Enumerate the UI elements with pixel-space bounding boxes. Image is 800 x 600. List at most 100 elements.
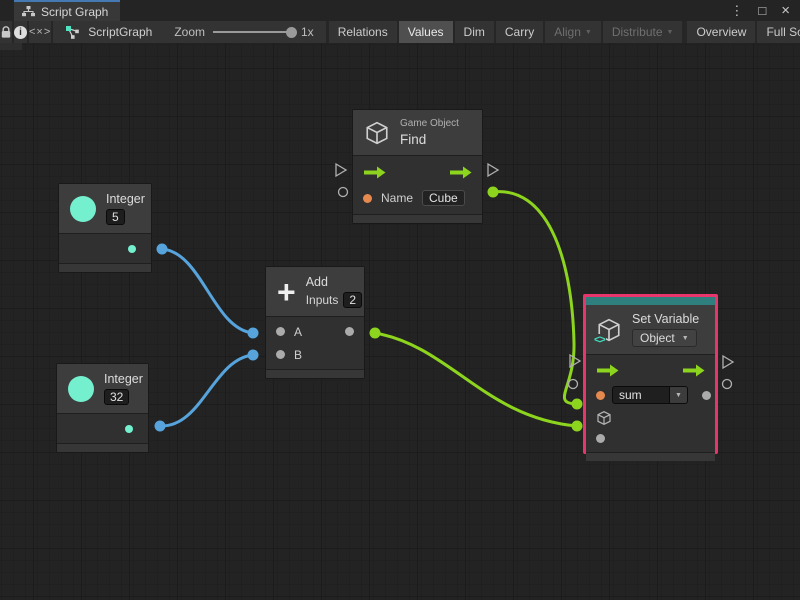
node-footer	[353, 214, 482, 223]
relations-label: Relations	[338, 25, 388, 39]
integer-b-output-port[interactable]	[125, 425, 133, 433]
value-in-external-port[interactable]	[339, 188, 348, 197]
variable-kind-strip	[586, 297, 715, 305]
inputs-count-field[interactable]: 2	[343, 292, 362, 308]
node-integer-b[interactable]: Integer 32	[56, 363, 149, 453]
node-title: Add	[306, 275, 362, 289]
target-object-port[interactable]	[596, 410, 612, 426]
zoom-value: 1x	[301, 25, 314, 39]
wire-endpoint[interactable]	[248, 350, 259, 361]
node-footer	[57, 443, 148, 452]
inspector-button[interactable]: i	[14, 21, 27, 43]
add-header: + Add Inputs 2	[266, 267, 364, 316]
variable-scope-dropdown[interactable]: Object ▼	[632, 329, 697, 347]
game-object-cube-icon	[364, 120, 390, 146]
wire-find-to-set-variable[interactable]	[493, 192, 577, 404]
variable-name-field[interactable]: sum	[612, 386, 670, 404]
dim-button[interactable]: Dim	[455, 21, 494, 43]
flow-out-external-port[interactable]	[723, 356, 733, 368]
wire-endpoint[interactable]	[572, 399, 583, 410]
full-screen-button[interactable]: Full Screen	[757, 21, 800, 43]
integer-a-header: Integer 5	[59, 184, 151, 233]
wire-endpoint[interactable]	[155, 421, 166, 432]
node-category: Game Object	[400, 118, 459, 129]
align-button[interactable]: Align ▼	[545, 21, 601, 43]
node-add[interactable]: + Add Inputs 2 A B	[265, 266, 365, 379]
tab-script-graph[interactable]: Script Graph	[14, 0, 120, 21]
tab-title: Script Graph	[41, 5, 108, 19]
node-set-variable-selection[interactable]: <> Set Variable Object ▼	[583, 294, 718, 454]
add-icon: +	[277, 279, 296, 305]
set-variable-icon: <>	[596, 317, 622, 343]
graph-toolbar: i <×> ScriptGraph Zoom 1x Relations Valu…	[0, 21, 800, 43]
wire-integer-a-to-add[interactable]	[162, 249, 253, 333]
overview-label: Overview	[696, 25, 746, 39]
align-label: Align	[554, 25, 581, 39]
flow-out-arrow-icon[interactable]	[449, 166, 472, 179]
window-menu-icon[interactable]: ⋮	[730, 3, 743, 19]
chevron-down-icon: ▼	[682, 335, 689, 342]
node-footer	[586, 452, 715, 461]
wire-add-to-set-variable[interactable]	[375, 333, 577, 426]
code-icon: <×>	[29, 26, 51, 38]
distribute-button[interactable]: Distribute ▼	[603, 21, 683, 43]
wire-endpoint[interactable]	[370, 328, 381, 339]
dim-label: Dim	[464, 25, 485, 39]
values-button[interactable]: Values	[399, 21, 453, 43]
find-name-input-port[interactable]	[363, 194, 372, 203]
value-in-external-port[interactable]	[569, 380, 578, 389]
values-label: Values	[408, 25, 444, 39]
window-maximize-icon[interactable]: □	[758, 3, 766, 18]
scope-label: Object	[640, 331, 675, 345]
code-preview-button[interactable]: <×>	[29, 21, 51, 43]
window-close-icon[interactable]: ×	[781, 2, 790, 19]
wire-endpoint[interactable]	[248, 328, 259, 339]
zoom-slider-handle[interactable]	[286, 27, 297, 38]
carry-label: Carry	[505, 25, 534, 39]
wire-endpoint[interactable]	[488, 187, 499, 198]
flow-in-external-port[interactable]	[336, 164, 346, 176]
overview-button[interactable]: Overview	[687, 21, 755, 43]
value-out-external-port[interactable]	[723, 380, 732, 389]
wire-integer-b-to-add[interactable]	[160, 355, 253, 426]
set-variable-output-port[interactable]	[702, 391, 711, 400]
integer-b-value-field[interactable]: 32	[104, 389, 129, 405]
variable-name-dropdown-button[interactable]: ▼	[670, 386, 688, 404]
flow-out-arrow-icon[interactable]	[682, 364, 705, 377]
titlebar-spacer	[120, 0, 730, 21]
wire-endpoint[interactable]	[157, 244, 168, 255]
node-game-object-find[interactable]: Game Object Find Name	[352, 109, 483, 224]
title-bar: Script Graph ⋮ □ ×	[0, 0, 800, 21]
info-icon: i	[14, 26, 27, 39]
find-header: Game Object Find	[353, 110, 482, 155]
zoom-slider[interactable]	[213, 31, 293, 33]
node-title: Find	[400, 132, 459, 147]
add-output-port[interactable]	[345, 327, 354, 336]
node-set-variable[interactable]: <> Set Variable Object ▼	[586, 297, 715, 461]
find-name-field[interactable]: Cube	[422, 190, 465, 206]
flow-out-external-port[interactable]	[488, 164, 498, 176]
wire-endpoint[interactable]	[572, 421, 583, 432]
integer-a-output-port[interactable]	[128, 245, 136, 253]
graph-breadcrumb[interactable]: ScriptGraph	[88, 25, 152, 39]
variable-name-input-port[interactable]	[596, 391, 605, 400]
flow-in-arrow-icon[interactable]	[363, 166, 386, 179]
graph-hierarchy-icon	[22, 6, 35, 17]
chevron-down-icon: ▼	[585, 29, 592, 36]
flow-in-external-port[interactable]	[570, 355, 580, 367]
carry-button[interactable]: Carry	[496, 21, 543, 43]
value-input-port[interactable]	[596, 434, 605, 443]
set-variable-header: <> Set Variable Object ▼	[586, 305, 715, 354]
relations-button[interactable]: Relations	[329, 21, 397, 43]
port-a-label: A	[294, 325, 302, 339]
node-integer-a[interactable]: Integer 5	[58, 183, 152, 273]
add-input-a-port[interactable]	[276, 327, 285, 336]
flow-in-arrow-icon[interactable]	[596, 364, 619, 377]
inputs-label: Inputs	[306, 293, 339, 307]
graph-canvas[interactable]: Integer 5 Integer 32	[0, 43, 800, 600]
integer-a-value-field[interactable]: 5	[106, 209, 125, 225]
integer-b-header: Integer 32	[57, 364, 148, 413]
lock-button[interactable]	[0, 21, 12, 43]
add-input-b-port[interactable]	[276, 350, 285, 359]
variable-name-combo[interactable]: sum ▼	[612, 386, 688, 404]
